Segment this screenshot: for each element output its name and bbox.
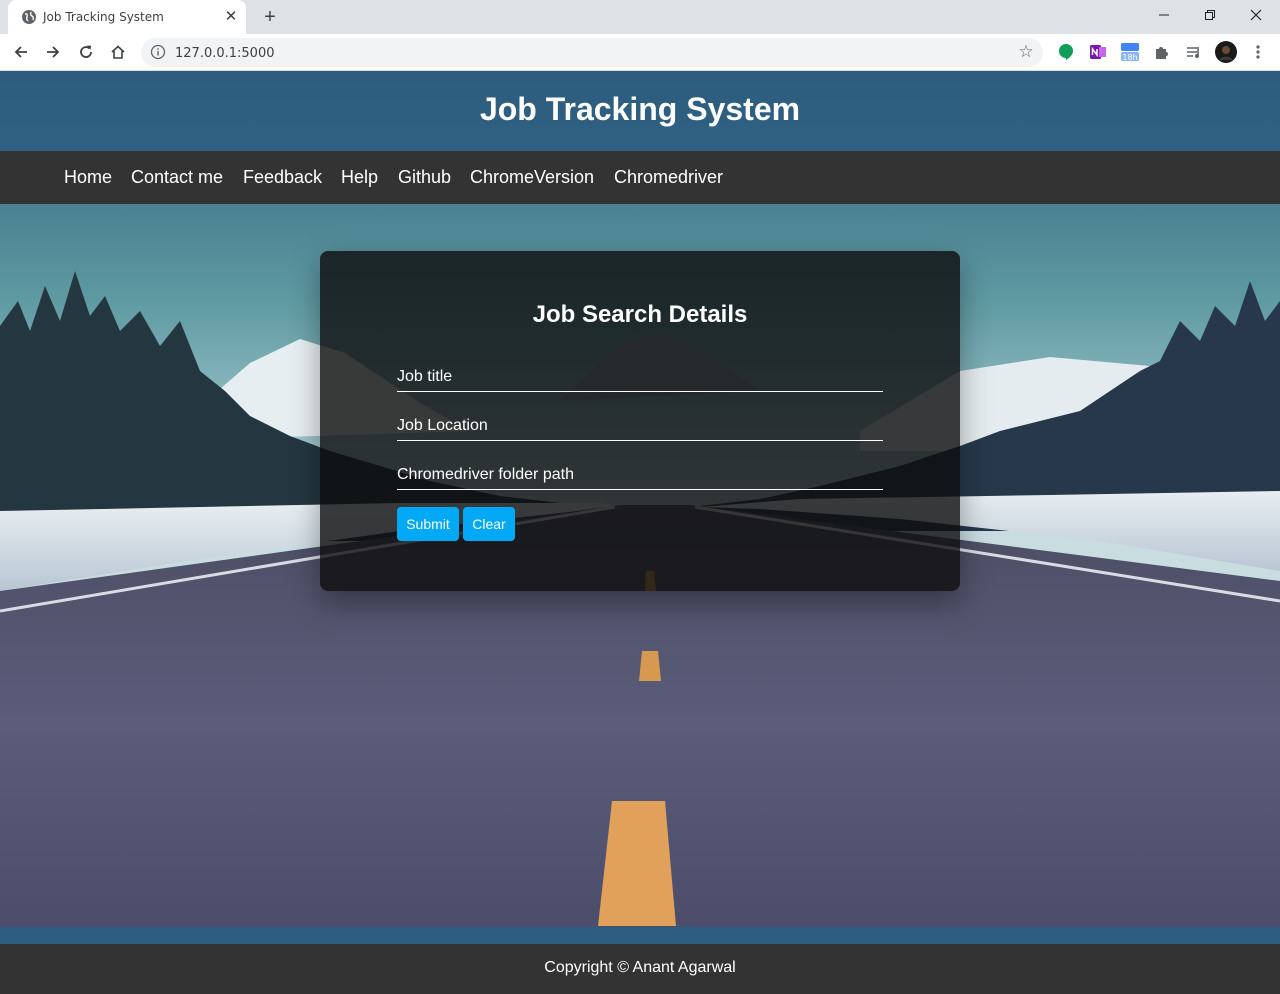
tab-title: Job Tracking System: [43, 10, 164, 24]
media-queue-icon[interactable]: [1184, 42, 1204, 62]
nav-contact-me[interactable]: Contact me: [131, 167, 223, 188]
nav-feedback[interactable]: Feedback: [243, 167, 322, 188]
page-viewport: Job Tracking System Home Contact me Feed…: [0, 71, 1280, 994]
new-tab-button[interactable]: +: [258, 5, 282, 29]
nav-chromedriver[interactable]: Chromedriver: [614, 167, 723, 188]
site-header: Job Tracking System: [0, 71, 1280, 151]
nav-chrome-version[interactable]: ChromeVersion: [470, 167, 594, 188]
address-url[interactable]: 127.0.0.1:5000: [175, 46, 275, 61]
back-arrow-icon[interactable]: [9, 40, 33, 64]
restore-icon[interactable]: [1187, 0, 1233, 30]
footer-strip: [0, 927, 1280, 944]
browser-tab[interactable]: Job Tracking System ✕: [8, 0, 246, 34]
svg-text:18h: 18h: [1122, 53, 1137, 62]
nav-help[interactable]: Help: [341, 167, 378, 188]
reload-icon[interactable]: [74, 40, 98, 64]
tab-close-icon[interactable]: ✕: [222, 8, 240, 26]
main-nav: Home Contact me Feedback Help Github Chr…: [0, 151, 1280, 204]
job-location-input[interactable]: [397, 412, 883, 441]
form-title: Job Search Details: [532, 301, 748, 328]
star-icon[interactable]: ☆: [1017, 43, 1035, 61]
browser-toolbar: 127.0.0.1:5000 ☆ 18h: [0, 34, 1280, 71]
browser-tab-strip: Job Tracking System ✕ +: [0, 0, 1280, 34]
nav-home[interactable]: Home: [64, 167, 112, 188]
footer-copyright: Copyright © Anant Agarwal: [544, 959, 736, 976]
hangouts-extension-icon[interactable]: [1056, 42, 1076, 62]
address-bar[interactable]: 127.0.0.1:5000 ☆: [141, 38, 1043, 67]
home-icon[interactable]: [106, 40, 130, 64]
site-footer: Copyright © Anant Agarwal: [0, 944, 1280, 994]
info-icon[interactable]: [150, 44, 166, 60]
window-close-icon[interactable]: [1233, 0, 1279, 30]
site-title: Job Tracking System: [479, 91, 801, 127]
minimize-icon[interactable]: [1141, 0, 1187, 30]
chromedriver-path-input[interactable]: [397, 461, 883, 490]
job-title-input[interactable]: [397, 363, 883, 392]
puzzle-extensions-icon[interactable]: [1152, 42, 1172, 62]
clear-button[interactable]: Clear: [463, 507, 515, 541]
job-search-form: Job Search Details Submit Clear: [320, 251, 960, 591]
profile-avatar[interactable]: [1214, 40, 1238, 64]
menu-kebab-icon[interactable]: [1248, 42, 1268, 62]
nav-github[interactable]: Github: [398, 167, 451, 188]
submit-button[interactable]: Submit: [397, 507, 459, 541]
globe-icon: [21, 9, 37, 25]
forward-arrow-icon[interactable]: [41, 40, 65, 64]
timer-extension-icon[interactable]: 18h: [1120, 42, 1140, 62]
onenote-extension-icon[interactable]: [1088, 42, 1108, 62]
